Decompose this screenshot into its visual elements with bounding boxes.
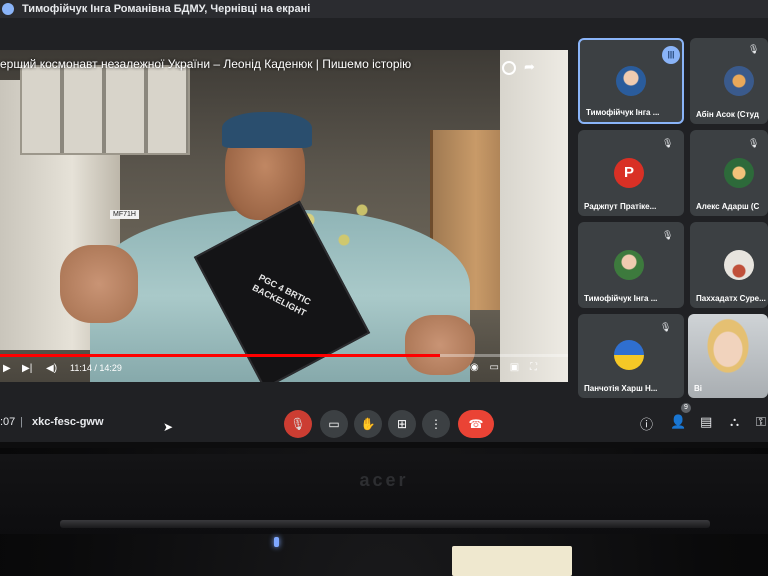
participant-avatar [724,158,754,188]
participant-video-tile[interactable]: Ві [688,314,768,398]
presenting-icon [2,3,14,15]
present-button[interactable]: ⊞ [388,410,416,438]
participant-name: Ві [694,384,702,393]
flag-avatar-icon [614,340,644,370]
host-controls-icon[interactable]: ⚿ [756,414,766,430]
video-progress-fill [0,354,441,357]
activities-icon[interactable]: ⛬ [730,414,739,430]
next-icon[interactable]: ▶| [22,363,32,374]
share-banner-text: Тимофійчук Інга Романівна БДМУ, Чернівці… [22,3,311,15]
photo-of-laptop-screen: Тимофійчук Інга Романівна БДМУ, Чернівці… [0,0,768,576]
astronaut-cap [222,112,312,148]
meeting-details-icon[interactable]: ⓘ [640,414,653,433]
participant-name: Тимофійчук Інга ... [586,108,660,117]
volume-icon[interactable]: ◀) [46,363,57,374]
participant-tile[interactable]: 🎙 Абін Асок (Студ [690,38,768,124]
hand-icon: ✋ [360,417,376,431]
mouse-cursor-icon: ➤ [163,420,174,434]
participant-name: Алекс Адарш (С [696,202,760,211]
meeting-code: xkc-fesc-gww [32,416,104,428]
participant-avatar [616,66,646,96]
share-arrow-icon[interactable]: ➦ [524,59,535,75]
participant-tile[interactable]: Паххадатх Суре... [690,222,768,308]
astronaut-left-hand [60,245,138,323]
more-options-button[interactable]: ⋮ [422,410,450,438]
mic-off-icon: 🎙 [662,138,674,148]
participant-avatar: P [614,158,644,188]
watch-later-icon[interactable]: o [502,61,516,75]
more-vert-icon: ⋮ [430,417,442,431]
participant-name: Паххадатх Суре... [696,294,766,303]
participant-name: Абін Асок (Студ [696,110,760,119]
laptop-screen: Тимофійчук Інга Романівна БДМУ, Чернівці… [0,0,768,448]
laptop-hinge [60,520,710,528]
participant-tile[interactable]: 🎙 Алекс Адарш (С [690,130,768,216]
mic-off-icon: 🎙 [748,138,760,148]
speaking-indicator-icon: ||| [662,46,680,64]
separator: | [20,416,23,428]
mic-off-icon: 🎙 [662,230,674,240]
video-progress-bar[interactable] [0,354,568,357]
participant-name: Панчотія Харш Н... [584,384,658,393]
panel-tag: MF71H [110,210,139,219]
present-screen-icon: ⊞ [396,417,408,431]
station-panel [20,65,190,155]
mic-off-icon: 🎙 [660,322,672,332]
experiment-box-label: PGC 4 BRTIC BACKELIGHT [250,272,313,319]
meeting-clock: :07 [0,416,16,428]
participant-tile[interactable]: P 🎙 Раджпут Пратіке... [578,130,684,216]
chat-icon[interactable]: ▤ [700,414,712,430]
participant-tile[interactable]: 🎙 Тимофійчук Інга ... [578,222,684,308]
meet-bottom-bar: :07 | xkc-fesc-gww ➤ 🎙 ▭ ✋ ⊞ ⋮ ☎ ⓘ 👤 9 ▤… [0,403,768,442]
laptop-brand-logo: acer [359,470,409,490]
sticky-note [452,546,572,576]
mic-off-icon: 🎙 [748,44,760,54]
video-settings-icons[interactable]: ◉ ▭ ▣ ⛶ [470,362,541,373]
shared-youtube-video[interactable]: PGC 4 BRTIC BACKELIGHT MF71H [0,50,568,382]
raise-hand-button[interactable]: ✋ [354,410,382,438]
mic-toggle-button[interactable]: 🎙 [284,410,312,438]
video-title[interactable]: ерший космонавт незалежної України – Лео… [0,57,420,71]
camera-toggle-button[interactable]: ▭ [320,410,348,438]
mic-off-icon: 🎙 [290,417,306,431]
play-icon[interactable]: ▶ [3,363,11,374]
participant-avatar [724,66,754,96]
participant-name: Раджпут Пратіке... [584,202,657,211]
participant-tile[interactable]: ||| Тимофійчук Інга ... [578,38,684,124]
participant-name: Тимофійчук Інга ... [584,294,658,303]
leave-call-button[interactable]: ☎ [458,410,494,438]
video-controls: ▶ ▶| ◀) 11:14 / 14:29 ◉ ▭ ▣ ⛶ [0,360,568,378]
camera-icon: ▭ [328,417,340,431]
station-cabinet [500,50,568,382]
people-icon[interactable]: 👤 [670,414,686,430]
people-count-badge: 9 [681,403,691,413]
participant-avatar [614,250,644,280]
screen-share-banner: Тимофійчук Інга Романівна БДМУ, Чернівці… [0,0,768,18]
hang-up-icon: ☎ [468,417,484,431]
power-led [274,537,279,547]
video-time: 11:14 / 14:29 [70,363,122,373]
participant-tile[interactable]: 🎙 Панчотія Харш Н... [578,314,684,398]
participant-avatar [724,250,754,280]
